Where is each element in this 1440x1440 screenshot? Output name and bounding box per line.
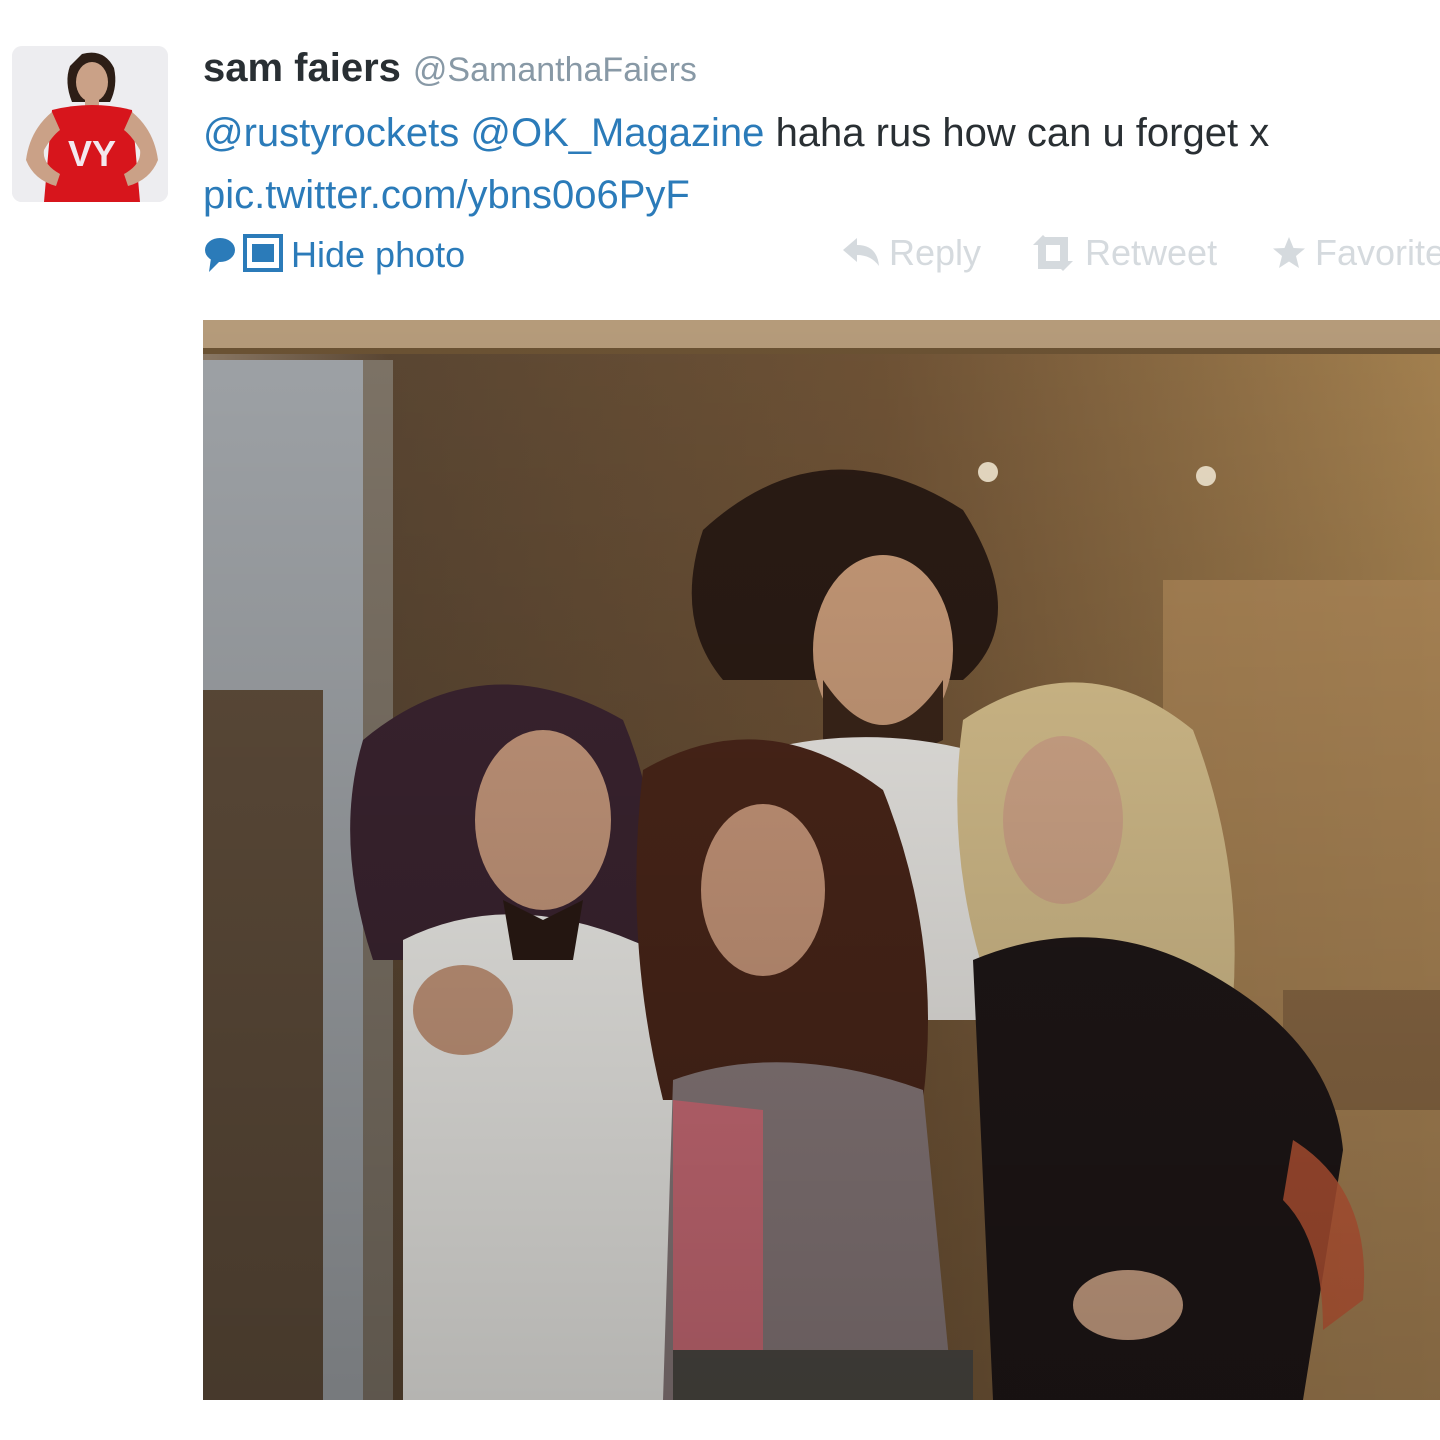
retweet-button[interactable]: Retweet — [1029, 232, 1217, 274]
tweet-text-line-2: pic.twitter.com/ybns0o6PyF — [203, 164, 1440, 226]
reply-label: Reply — [889, 232, 982, 273]
author-handle[interactable]: @SamanthaFaiers — [413, 51, 697, 89]
favorite-button[interactable]: Favorite — [1271, 232, 1440, 274]
photo-image-icon — [203, 320, 1440, 1400]
avatar-image-icon: VY — [12, 46, 168, 202]
favorite-label: Favorite — [1315, 232, 1440, 273]
author-avatar[interactable]: VY — [12, 46, 168, 202]
mention-rustyrockets[interactable]: @rustyrockets — [203, 111, 459, 155]
pic-link[interactable]: pic.twitter.com/ybns0o6PyF — [203, 173, 690, 217]
tweet-body: haha rus how can u forget x — [775, 111, 1270, 155]
tweet-text-line-1: @rustyrockets @OK_Magazine haha rus how … — [203, 102, 1440, 164]
hide-photo-button[interactable]: Hide photo — [203, 232, 465, 278]
reply-icon — [843, 238, 879, 266]
tweet-header: sam faiers @SamanthaFaiers — [203, 46, 697, 94]
retweet-icon — [1033, 235, 1073, 271]
hide-photo-label: Hide photo — [291, 234, 466, 275]
avatar-shirt-text: VY — [68, 133, 116, 174]
author-name[interactable]: sam faiers — [203, 46, 401, 90]
comment-photo-icon — [205, 234, 283, 272]
star-icon — [1273, 237, 1305, 268]
mention-ok-magazine[interactable]: @OK_Magazine — [470, 111, 764, 155]
retweet-label: Retweet — [1085, 232, 1218, 273]
tweet-actions: Hide photo Reply Retweet Favorite — [203, 232, 1440, 284]
tweet-photo[interactable] — [203, 320, 1440, 1400]
tweet-text: @rustyrockets @OK_Magazine haha rus how … — [203, 102, 1440, 226]
reply-button[interactable]: Reply — [841, 232, 981, 274]
